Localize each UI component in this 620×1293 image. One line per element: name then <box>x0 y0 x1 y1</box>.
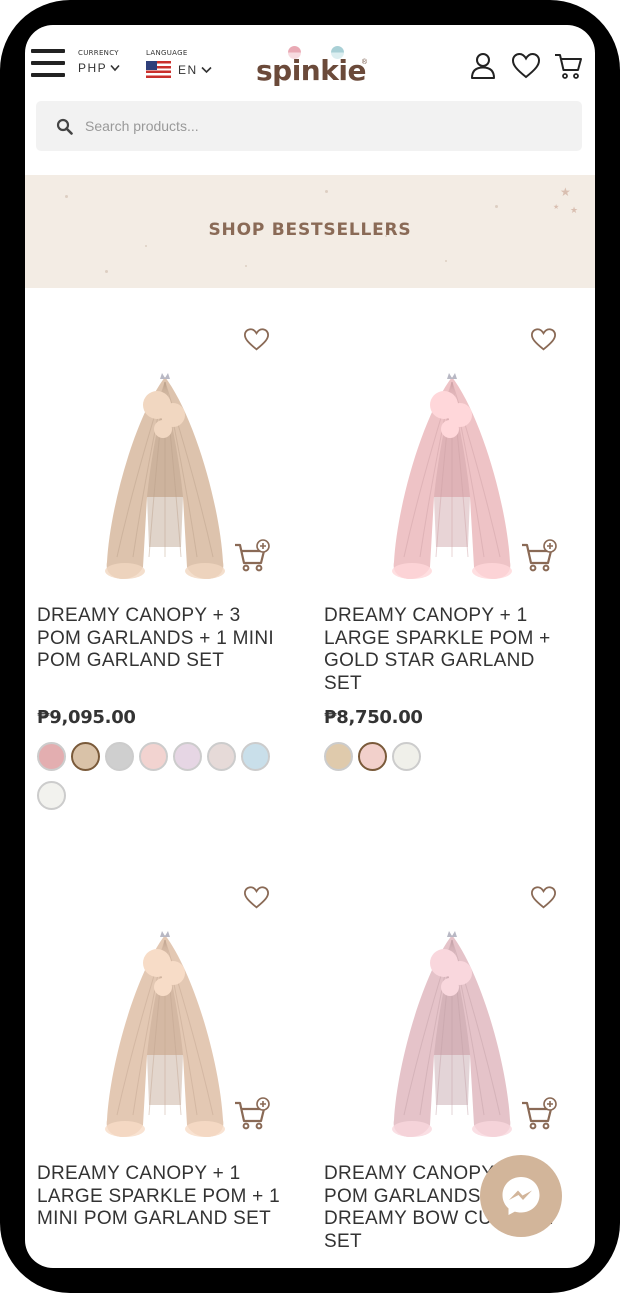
color-swatch[interactable] <box>392 742 421 771</box>
color-swatch[interactable] <box>105 742 134 771</box>
currency-value: PHP <box>78 61 108 75</box>
star-decoration-icon: ★ <box>570 205 579 215</box>
drape-hem <box>472 1121 512 1137</box>
drape-hem <box>105 563 145 579</box>
pom-pom <box>441 978 459 996</box>
spinkie-logo[interactable]: spinkie ® <box>255 43 367 89</box>
heart-icon[interactable] <box>511 51 541 81</box>
product-price: ₱8,750.00 <box>324 707 423 728</box>
drape-hem <box>105 1121 145 1137</box>
drape-hem <box>472 563 512 579</box>
color-swatch[interactable] <box>207 742 236 771</box>
heart-icon[interactable] <box>530 327 557 352</box>
add-to-cart-icon[interactable] <box>234 539 270 573</box>
chevron-down-icon <box>110 64 120 72</box>
messenger-icon <box>502 1177 540 1215</box>
screen: CURRENCY PHP LANGUAGE EN spinkie ® Searc… <box>25 25 595 1268</box>
hamburger-icon[interactable] <box>31 49 65 79</box>
drape-hem <box>185 1121 225 1137</box>
color-swatch[interactable] <box>71 742 100 771</box>
color-swatch[interactable] <box>37 742 66 771</box>
phone-frame: CURRENCY PHP LANGUAGE EN spinkie ® Searc… <box>0 0 620 1293</box>
product-name[interactable]: DREAMY CANOPY + 1 LARGE SPARKLE POM + GO… <box>324 605 569 695</box>
user-icon[interactable] <box>468 51 498 81</box>
pom-pom <box>441 420 459 438</box>
drape-hem <box>392 1121 432 1137</box>
search-input[interactable] <box>85 118 505 134</box>
currency-selector[interactable]: CURRENCY PHP <box>78 49 120 75</box>
color-swatch[interactable] <box>241 742 270 771</box>
add-to-cart-icon[interactable] <box>521 1097 557 1131</box>
drape-hem <box>185 563 225 579</box>
color-swatch[interactable] <box>358 742 387 771</box>
banner-title: SHOP BESTSELLERS <box>208 220 412 240</box>
crown-top <box>160 373 170 379</box>
color-swatch[interactable] <box>173 742 202 771</box>
messenger-chat-button[interactable] <box>480 1155 562 1237</box>
search-bar[interactable] <box>36 101 582 151</box>
add-to-cart-icon[interactable] <box>234 1097 270 1131</box>
header: CURRENCY PHP LANGUAGE EN spinkie ® <box>25 25 595 101</box>
add-to-cart-icon[interactable] <box>521 539 557 573</box>
search-icon <box>56 118 73 135</box>
crown-top <box>447 931 457 937</box>
logo-text: spinkie <box>256 54 366 87</box>
product-name[interactable]: DREAMY CANOPY + 3 POM GARLANDS + 1 MINI … <box>37 605 282 673</box>
pom-pom <box>154 420 172 438</box>
star-decoration-icon: ★ <box>560 185 571 199</box>
crown-top <box>160 931 170 937</box>
bestsellers-banner: ★ ★ ★ SHOP BESTSELLERS <box>25 175 595 288</box>
pom-pom <box>154 978 172 996</box>
product-price: ₱9,095.00 <box>37 707 136 728</box>
currency-label: CURRENCY <box>78 49 119 57</box>
language-selector[interactable]: LANGUAGE EN <box>146 49 212 78</box>
color-swatch[interactable] <box>139 742 168 771</box>
heart-icon[interactable] <box>243 885 270 910</box>
star-decoration-icon: ★ <box>553 204 560 211</box>
color-swatches <box>324 742 574 771</box>
heart-icon[interactable] <box>243 327 270 352</box>
crown-top <box>447 373 457 379</box>
drape-hem <box>392 563 432 579</box>
us-flag-icon <box>146 61 171 78</box>
language-value: EN <box>178 62 198 77</box>
heart-icon[interactable] <box>530 885 557 910</box>
product-name[interactable]: DREAMY CANOPY + 1 LARGE SPARKLE POM + 1 … <box>37 1163 282 1231</box>
color-swatch[interactable] <box>324 742 353 771</box>
cart-icon[interactable] <box>554 51 584 81</box>
chevron-down-icon <box>201 66 212 73</box>
language-label: LANGUAGE <box>146 49 188 57</box>
color-swatch[interactable] <box>37 781 66 810</box>
color-swatches <box>37 742 287 810</box>
